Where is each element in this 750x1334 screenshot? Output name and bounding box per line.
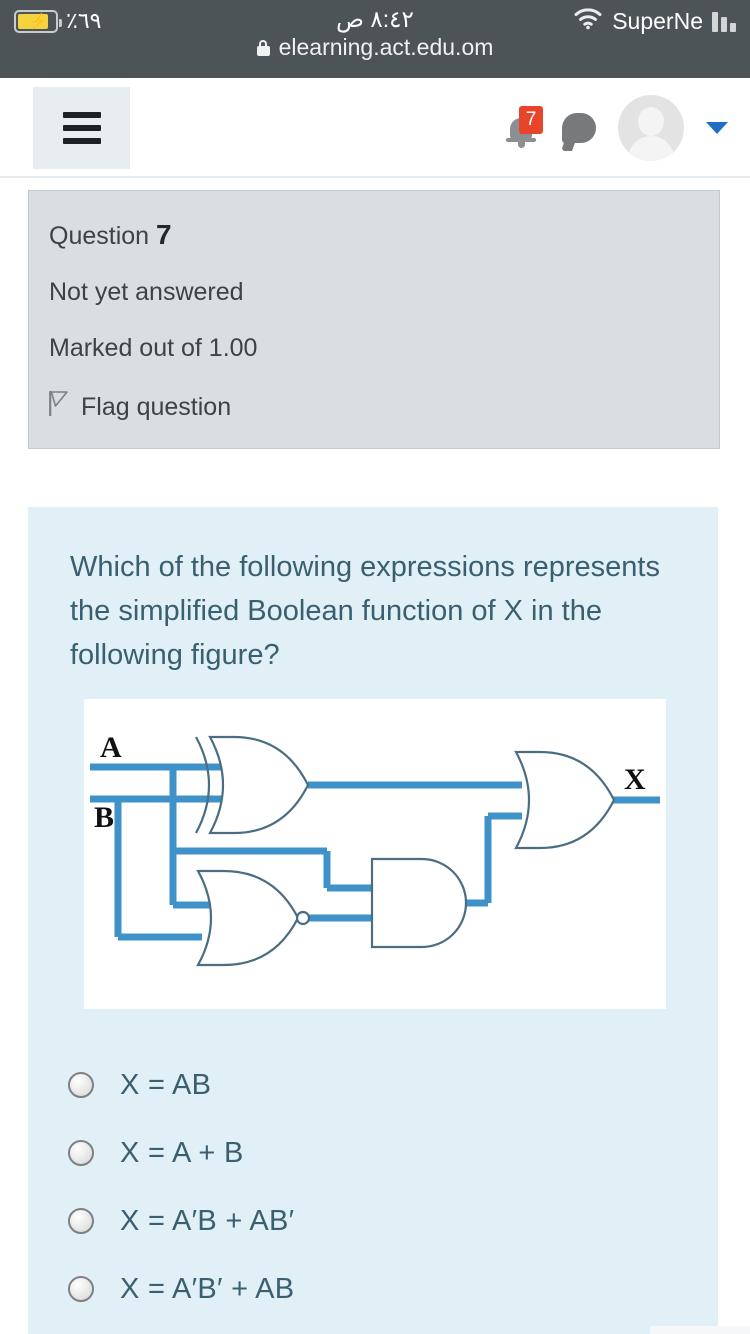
- status-bar-right: SuperNe: [573, 7, 736, 35]
- question-text: Which of the following expressions repre…: [70, 551, 660, 671]
- signal-bars-icon: [712, 10, 736, 32]
- wifi-icon: [573, 7, 603, 35]
- url-text: elearning.act.edu.om: [278, 34, 494, 60]
- answer-label-a: X = AB: [120, 1068, 212, 1101]
- question-body: Which of the following expressions repre…: [28, 507, 718, 1334]
- output-label-x: X: [624, 763, 646, 796]
- answer-label-d: X = A′B′ + AB: [120, 1272, 295, 1305]
- question-state: Not yet answered: [49, 278, 244, 306]
- question-number-row: Question 7: [49, 219, 719, 251]
- question-label: Question: [49, 222, 150, 250]
- radio-button-c[interactable]: [68, 1208, 94, 1234]
- chat-bubble-icon[interactable]: [562, 113, 596, 143]
- question-number: 7: [156, 219, 172, 250]
- url-bar[interactable]: elearning.act.edu.om: [0, 34, 750, 61]
- answer-option-d[interactable]: X = A′B′ + AB: [68, 1255, 718, 1323]
- answer-label-b: X = A + B: [120, 1136, 244, 1169]
- input-label-a: A: [100, 731, 122, 764]
- flag-question-label: Flag question: [81, 392, 232, 421]
- header-icon-group: 7: [504, 78, 728, 178]
- flag-icon: [49, 390, 69, 424]
- bell-icon[interactable]: 7: [504, 106, 543, 150]
- app-header: 7: [0, 78, 750, 178]
- radio-button-a[interactable]: [68, 1072, 94, 1098]
- notification-count-badge: 7: [519, 106, 543, 134]
- radio-button-d[interactable]: [68, 1276, 94, 1302]
- flag-question-button[interactable]: Flag question: [49, 390, 719, 424]
- logic-circuit-diagram: A B X: [84, 699, 666, 1009]
- radio-button-b[interactable]: [68, 1140, 94, 1166]
- answer-option-a[interactable]: X = AB: [68, 1051, 718, 1119]
- answer-option-b[interactable]: X = A + B: [68, 1119, 718, 1187]
- chevron-down-icon[interactable]: [706, 122, 728, 134]
- status-bar: ⚡ ٪٦٩ ٨:٤٢ ص SuperNe elearning.act.edu.o…: [0, 0, 750, 78]
- answer-option-c[interactable]: X = A′B + AB′: [68, 1187, 718, 1255]
- carrier-name-label: SuperNe: [612, 7, 703, 34]
- hamburger-menu-icon[interactable]: [33, 87, 130, 169]
- answer-label-c: X = A′B + AB′: [120, 1204, 295, 1237]
- input-label-b: B: [94, 801, 114, 834]
- lock-icon: [256, 39, 270, 56]
- answer-options-list: X = AB X = A + B X = A′B + AB′ X = A′B′ …: [28, 1051, 718, 1323]
- page-content: Question 7 Not yet answered Marked out o…: [0, 190, 750, 1334]
- scroll-to-top-button[interactable]: ↑: [650, 1326, 750, 1334]
- question-marks: Marked out of 1.00: [49, 334, 258, 362]
- user-avatar-icon[interactable]: [618, 95, 684, 161]
- question-info-box: Question 7 Not yet answered Marked out o…: [28, 190, 720, 449]
